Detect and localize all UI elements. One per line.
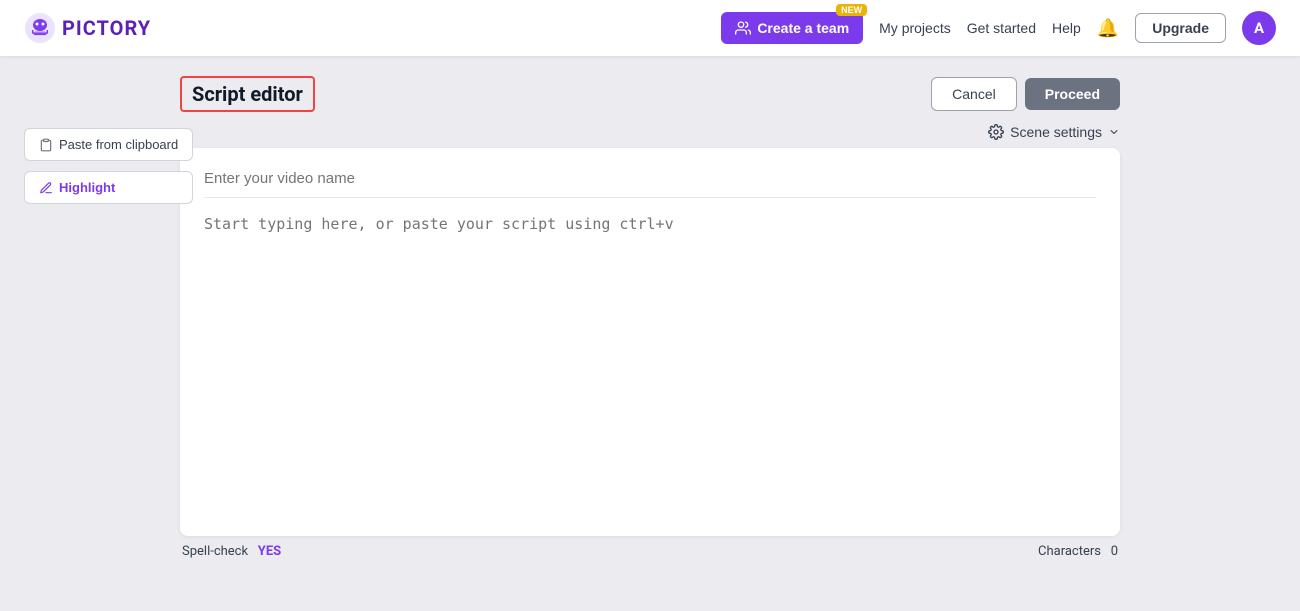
logo: PICTORY bbox=[24, 12, 151, 44]
create-team-label: Create a team bbox=[757, 20, 849, 36]
help-link[interactable]: Help bbox=[1052, 20, 1081, 36]
editor-footer: Spell-check YES Characters 0 bbox=[180, 544, 1120, 559]
team-icon bbox=[735, 20, 751, 36]
header-left: PICTORY bbox=[24, 12, 151, 44]
create-team-button[interactable]: Create a team NEW bbox=[721, 12, 863, 44]
scene-settings-bar: Scene settings bbox=[180, 124, 1120, 140]
characters-count: Characters 0 bbox=[1038, 544, 1118, 559]
title-actions: Cancel Proceed bbox=[931, 77, 1120, 111]
avatar[interactable]: A bbox=[1242, 11, 1276, 45]
title-bar: Script editor Cancel Proceed bbox=[180, 76, 1120, 112]
logo-text: PICTORY bbox=[62, 16, 151, 40]
clipboard-icon bbox=[39, 138, 53, 152]
paste-label: Paste from clipboard bbox=[59, 137, 178, 152]
spell-check-section: Spell-check YES bbox=[182, 544, 281, 559]
header-right: Create a team NEW My projects Get starte… bbox=[721, 11, 1276, 45]
left-tools: Paste from clipboard Highlight bbox=[24, 128, 193, 204]
logo-icon bbox=[24, 12, 56, 44]
spell-check-label: Spell-check bbox=[182, 544, 248, 559]
spell-check-toggle[interactable]: YES bbox=[258, 544, 281, 559]
cancel-button[interactable]: Cancel bbox=[931, 77, 1017, 111]
settings-icon bbox=[988, 124, 1004, 140]
editor-container bbox=[180, 148, 1120, 536]
my-projects-link[interactable]: My projects bbox=[879, 20, 951, 36]
bell-icon[interactable]: 🔔 bbox=[1097, 18, 1119, 39]
chevron-down-icon bbox=[1108, 126, 1120, 138]
paste-from-clipboard-button[interactable]: Paste from clipboard bbox=[24, 128, 193, 161]
characters-value: 0 bbox=[1111, 544, 1118, 559]
characters-label: Characters bbox=[1038, 544, 1101, 559]
upgrade-button[interactable]: Upgrade bbox=[1135, 13, 1226, 43]
script-textarea[interactable] bbox=[204, 212, 1096, 512]
highlight-button[interactable]: Highlight bbox=[24, 171, 193, 204]
highlight-icon bbox=[39, 181, 53, 195]
proceed-button[interactable]: Proceed bbox=[1025, 78, 1120, 110]
new-badge: NEW bbox=[836, 4, 867, 16]
page-title: Script editor bbox=[180, 76, 315, 112]
scene-settings-label: Scene settings bbox=[1010, 124, 1102, 140]
get-started-link[interactable]: Get started bbox=[967, 20, 1036, 36]
main-content: Paste from clipboard Highlight Script ed… bbox=[0, 56, 1300, 559]
header: PICTORY Create a team NEW My projects Ge… bbox=[0, 0, 1300, 56]
highlight-label: Highlight bbox=[59, 180, 115, 195]
scene-settings-button[interactable]: Scene settings bbox=[988, 124, 1120, 140]
video-name-input[interactable] bbox=[204, 170, 1096, 198]
